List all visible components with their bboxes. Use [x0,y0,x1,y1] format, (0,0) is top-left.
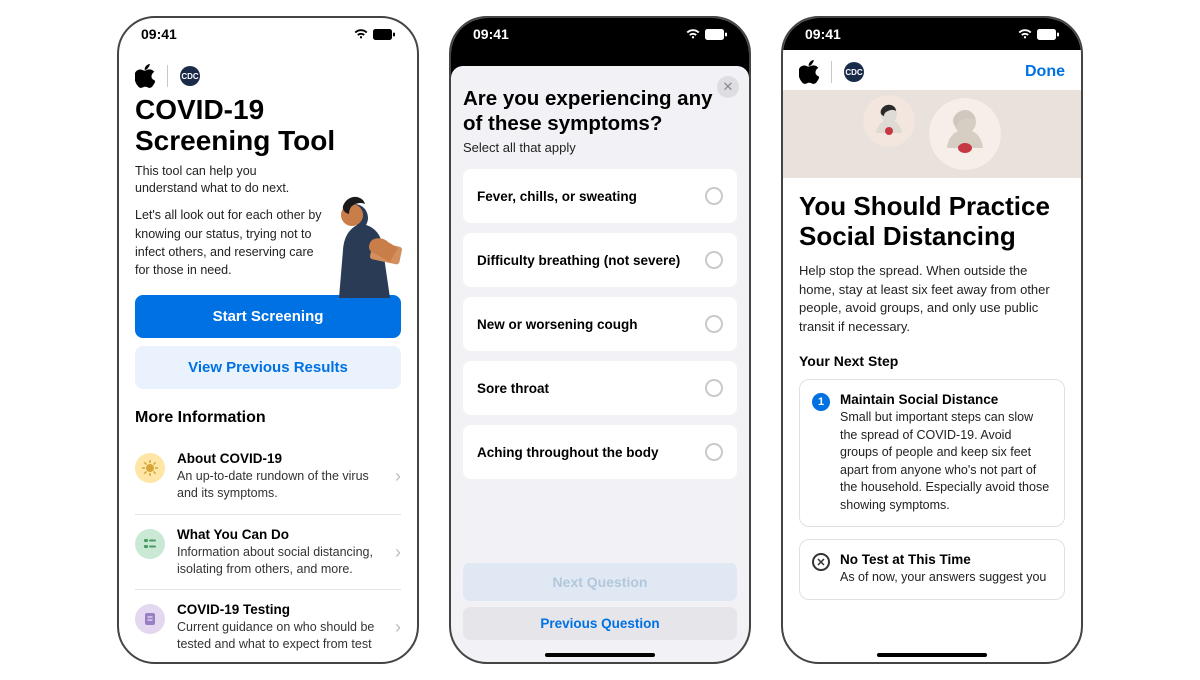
brand-logos: CDC [119,50,417,94]
info-desc: Current guidance on who should be tested… [177,619,383,653]
logo-divider [167,65,168,87]
phone-screen-question: 09:41 ✕ Are you experiencing any of thes… [449,16,751,664]
brand-logos: CDC [799,60,864,84]
info-desc: An up-to-date rundown of the virus and i… [177,468,383,502]
chevron-right-icon: › [395,542,401,563]
chevron-right-icon: › [395,617,401,638]
distance-illustration [783,90,1081,178]
avatar-right-icon [929,98,1001,170]
close-button[interactable]: ✕ [717,76,739,98]
symptom-option-cough[interactable]: New or worsening cough [463,297,737,351]
virus-icon [135,453,165,483]
wifi-icon [353,28,369,40]
apple-logo-icon [799,60,819,84]
screening-paragraph: Let's all look out for each other by kno… [135,206,325,279]
status-bar: 09:41 [783,18,1081,50]
more-information-heading: More Information [135,409,401,427]
info-desc: Information about social distancing, iso… [177,544,383,578]
question-instruction: Select all that apply [463,140,737,155]
info-row-about[interactable]: About COVID-19 An up-to-date rundown of … [135,439,401,515]
next-question-button[interactable]: Next Question [463,563,737,601]
status-time: 09:41 [473,26,509,42]
option-label: Aching throughout the body [477,445,658,460]
wifi-icon [1017,28,1033,40]
info-title: About COVID-19 [177,451,383,466]
info-row-testing[interactable]: COVID-19 Testing Current guidance on who… [135,590,401,662]
status-bar: 09:41 [119,18,417,50]
question-sheet: ✕ Are you experiencing any of these symp… [451,66,749,662]
radio-unchecked-icon [705,443,723,461]
home-screen-content: CDC COVID-19 Screening Tool This tool ca… [119,50,417,662]
info-title: COVID-19 Testing [177,602,383,617]
phone-screen-home: 09:41 CDC COVID-19 Screening Tool This t… [117,16,419,664]
screening-subtitle: This tool can help you understand what t… [135,163,310,197]
symptom-option-fever[interactable]: Fever, chills, or sweating [463,169,737,223]
checklist-icon [135,529,165,559]
logo-divider [831,61,832,83]
step-no-test: ✕ No Test at This Time As of now, your a… [799,539,1065,600]
next-step-heading: Your Next Step [799,353,1065,369]
chevron-right-icon: › [395,466,401,487]
info-title: What You Can Do [177,527,383,542]
option-label: Fever, chills, or sweating [477,189,637,204]
question-title: Are you experiencing any of these sympto… [463,86,737,136]
previous-question-button[interactable]: Previous Question [463,607,737,640]
symptom-option-sore-throat[interactable]: Sore throat [463,361,737,415]
home-indicator [545,653,655,657]
close-icon: ✕ [723,79,734,95]
step-body: Small but important steps can slow the s… [840,409,1052,514]
step-title: No Test at This Time [840,552,1046,567]
home-indicator [877,653,987,657]
status-indicators [1017,28,1059,40]
status-time: 09:41 [141,26,177,42]
screening-title: COVID-19 Screening Tool [135,94,401,157]
battery-icon [373,29,395,40]
radio-unchecked-icon [705,379,723,397]
person-illustration [309,186,417,326]
option-label: Sore throat [477,381,549,396]
option-label: Difficulty breathing (not severe) [477,253,680,268]
result-paragraph: Help stop the spread. When outside the h… [799,262,1065,337]
radio-unchecked-icon [705,315,723,333]
option-label: New or worsening cough [477,317,638,332]
apple-logo-icon [135,64,155,88]
radio-unchecked-icon [705,187,723,205]
x-circle-icon: ✕ [812,553,830,571]
cdc-logo-icon: CDC [844,62,864,82]
status-indicators [353,28,395,40]
symptom-option-breathing[interactable]: Difficulty breathing (not severe) [463,233,737,287]
status-time: 09:41 [805,26,841,42]
info-row-what-can-do[interactable]: What You Can Do Information about social… [135,515,401,591]
step-maintain-distance: 1 Maintain Social Distance Small but imp… [799,379,1065,527]
phone-screen-result: 09:41 CDC Done You Should Practice Socia… [781,16,1083,664]
step-title: Maintain Social Distance [840,392,1052,407]
question-screen-content: ✕ Are you experiencing any of these symp… [451,50,749,662]
symptom-option-aching[interactable]: Aching throughout the body [463,425,737,479]
step-body: As of now, your answers suggest you [840,569,1046,587]
avatar-left-icon [863,95,915,147]
result-header: CDC Done [783,50,1081,90]
view-previous-results-button[interactable]: View Previous Results [135,346,401,389]
status-bar: 09:41 [451,18,749,50]
document-icon [135,604,165,634]
step-number-badge: 1 [812,393,830,411]
radio-unchecked-icon [705,251,723,269]
battery-icon [1037,29,1059,40]
battery-icon [705,29,727,40]
result-screen-content: CDC Done You Should Practice Social Dist… [783,50,1081,662]
wifi-icon [685,28,701,40]
done-button[interactable]: Done [1025,63,1065,81]
cdc-logo-icon: CDC [180,66,200,86]
result-title: You Should Practice Social Distancing [799,192,1065,252]
status-indicators [685,28,727,40]
